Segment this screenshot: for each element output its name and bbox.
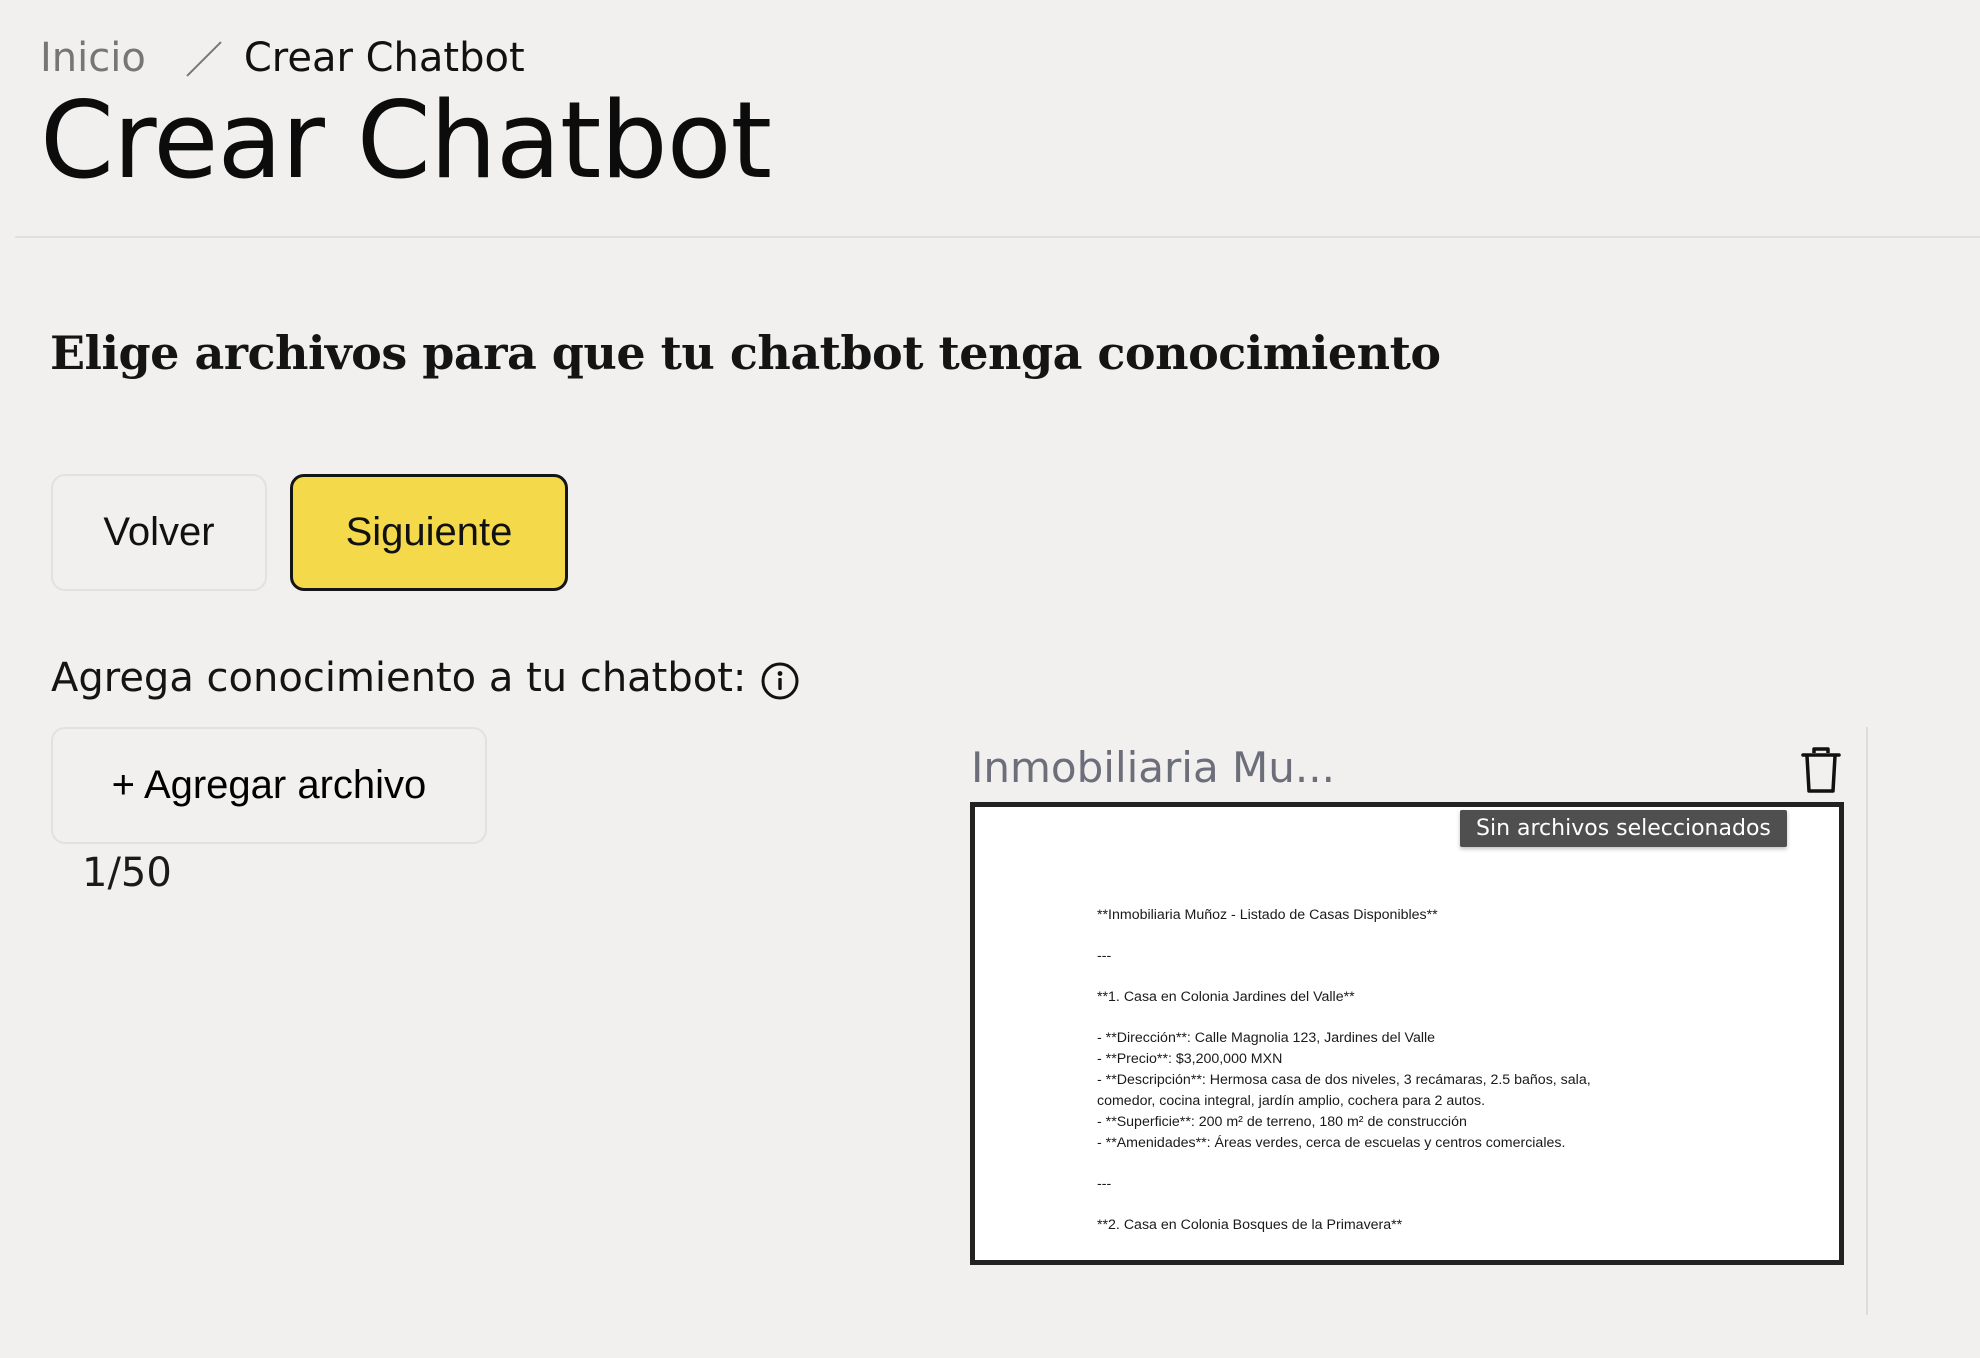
breadcrumb: Inicio Crear Chatbot xyxy=(40,34,525,82)
trash-icon[interactable] xyxy=(1800,747,1842,795)
file-input-tooltip: Sin archivos seleccionados xyxy=(1460,810,1787,847)
preview-line: --- xyxy=(1097,948,1112,964)
section-heading: Elige archivos para que tu chatbot tenga… xyxy=(50,326,1441,380)
preview-line: - **Superficie**: 200 m² de terreno, 180… xyxy=(1097,1114,1467,1130)
breadcrumb-home-link[interactable]: Inicio xyxy=(40,38,146,78)
create-chatbot-page: Inicio Crear Chatbot Crear Chatbot Elige… xyxy=(0,0,1980,1358)
preview-line: **1. Casa en Colonia Jardines del Valle*… xyxy=(1097,989,1355,1005)
header-divider xyxy=(15,236,1980,238)
preview-line: - **Dirección**: Av. Girasol 45, Bosques… xyxy=(1097,1256,1777,1260)
file-counter: 1/50 xyxy=(82,850,172,896)
page-title: Crear Chatbot xyxy=(40,79,772,202)
preview-line: - **Precio**: $3,200,000 MXN xyxy=(1097,1051,1283,1067)
knowledge-label: Agrega conocimiento a tu chatbot: xyxy=(51,655,747,701)
file-name: Inmobiliaria Mu... xyxy=(971,743,1335,792)
preview-line: - **Descripción**: Hermosa casa de dos n… xyxy=(1097,1072,1591,1088)
preview-line: **2. Casa en Colonia Bosques de la Prima… xyxy=(1097,1217,1403,1233)
breadcrumb-separator xyxy=(168,34,222,82)
back-button[interactable]: Volver xyxy=(51,474,267,591)
card-right-border xyxy=(1866,727,1868,1315)
info-circle-icon[interactable] xyxy=(760,661,800,701)
knowledge-label-row: Agrega conocimiento a tu chatbot: xyxy=(51,655,800,701)
next-button[interactable]: Siguiente xyxy=(290,474,568,591)
preview-line: **Inmobiliaria Muñoz - Listado de Casas … xyxy=(1097,907,1438,923)
add-file-button[interactable]: + Agregar archivo xyxy=(51,727,487,844)
preview-line: - **Dirección**: Calle Magnolia 123, Jar… xyxy=(1097,1030,1436,1046)
preview-line: - **Amenidades**: Áreas verdes, cerca de… xyxy=(1097,1135,1566,1151)
preview-line: --- xyxy=(1097,1176,1112,1192)
file-preview: **Inmobiliaria Muñoz - Listado de Casas … xyxy=(970,802,1844,1265)
preview-line: comedor, cocina integral, jardín amplio,… xyxy=(1097,1093,1486,1109)
breadcrumb-current: Crear Chatbot xyxy=(243,35,525,81)
document-preview-text: **Inmobiliaria Muñoz - Listado de Casas … xyxy=(1097,905,1777,1260)
